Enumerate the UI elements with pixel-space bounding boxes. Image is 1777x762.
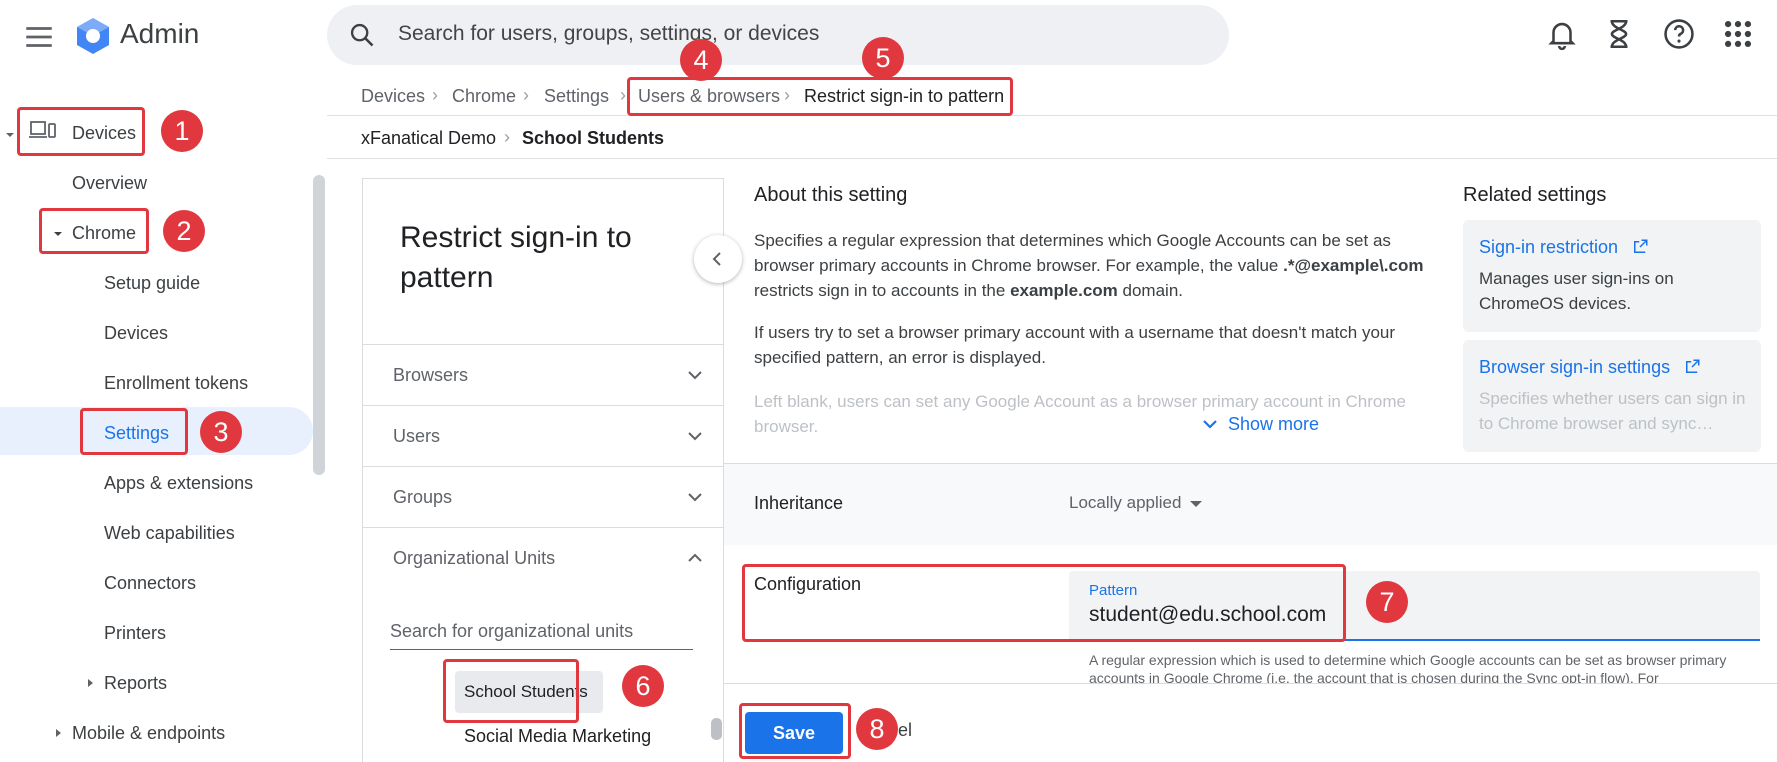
breadcrumb-separator: › xyxy=(620,85,626,105)
apps-grid-icon[interactable] xyxy=(1721,17,1755,51)
breadcrumb-chrome[interactable]: Chrome xyxy=(452,86,516,107)
ou-list-scrollbar[interactable] xyxy=(711,718,722,740)
reports-expand-arrow-icon[interactable] xyxy=(86,677,96,689)
inheritance-value: Locally applied xyxy=(1069,493,1182,512)
expand-arrow-icon[interactable] xyxy=(4,129,16,141)
breadcrumb-separator: › xyxy=(504,127,510,147)
inheritance-label: Inheritance xyxy=(754,493,844,513)
chevron-down-icon xyxy=(685,365,705,385)
sidebar-item-chrome-devices[interactable]: Devices xyxy=(104,323,168,344)
sidebar-item-printers[interactable]: Printers xyxy=(104,623,166,644)
section-users[interactable]: Users xyxy=(363,405,723,465)
about-paragraph-1: Specifies a regular expression that dete… xyxy=(754,228,1434,303)
chevron-down-icon xyxy=(1203,420,1217,429)
related-desc: Manages user sign-ins on ChromeOS device… xyxy=(1479,269,1674,313)
help-icon[interactable] xyxy=(1662,17,1696,51)
notifications-bell-icon[interactable] xyxy=(1545,17,1579,51)
about-paragraph-2: If users try to set a browser primary ac… xyxy=(754,323,1396,367)
annotation-box-configuration xyxy=(742,564,1346,642)
inheritance-row xyxy=(724,463,1777,545)
chevron-left-icon xyxy=(712,252,721,266)
section-browsers[interactable]: Browsers xyxy=(363,344,723,404)
sidebar-item-web-capabilities[interactable]: Web capabilities xyxy=(104,523,235,544)
annotation-box-save xyxy=(739,703,851,759)
annotation-box-chrome xyxy=(39,208,149,254)
app-title: Admin xyxy=(120,18,200,49)
annotation-number-6: 6 xyxy=(622,665,664,707)
annotation-box-breadcrumb xyxy=(627,77,1013,116)
panel-title: Restrict sign-in to pattern xyxy=(400,221,632,294)
sidebar-scrollbar[interactable] xyxy=(313,175,325,475)
related-link-sign-in-restriction[interactable]: Sign-in restriction xyxy=(1479,237,1649,258)
sidebar-item-mobile-endpoints[interactable]: Mobile & endpoints xyxy=(72,723,225,744)
annotation-number-5: 5 xyxy=(862,37,904,79)
search-icon xyxy=(348,21,376,49)
external-link-icon xyxy=(1686,359,1700,373)
related-link-label: Sign-in restriction xyxy=(1479,237,1619,257)
chevron-up-icon xyxy=(685,548,705,568)
org-breadcrumb-current: School Students xyxy=(522,128,665,148)
search-input[interactable] xyxy=(398,14,1178,54)
sidebar-item-apps-extensions[interactable]: Apps & extensions xyxy=(104,473,253,494)
org-breadcrumb-root[interactable]: xFanatical Demo xyxy=(361,128,496,149)
chevron-down-icon xyxy=(685,487,705,507)
example-domain: example.com xyxy=(1010,281,1118,300)
dropdown-arrow-icon xyxy=(1190,501,1203,507)
section-label: Browsers xyxy=(393,365,469,385)
annotation-box-ou-selected xyxy=(443,659,579,723)
annotation-box-settings xyxy=(80,408,188,455)
show-more-label: Show more xyxy=(1228,414,1320,434)
ou-search-input[interactable] xyxy=(390,614,693,650)
about-title: About this setting xyxy=(754,184,908,206)
sidebar-item-connectors[interactable]: Connectors xyxy=(104,573,196,594)
related-settings-title: Related settings xyxy=(1463,184,1607,206)
inheritance-dropdown[interactable]: Locally applied xyxy=(1069,493,1203,513)
annotation-number-8: 8 xyxy=(856,708,898,750)
ou-item-social-media-marketing[interactable]: Social Media Marketing xyxy=(464,726,651,747)
related-link-label: Browser sign-in settings xyxy=(1479,357,1671,377)
chevron-down-icon xyxy=(685,426,705,446)
about-text: restricts sign in to accounts in the xyxy=(754,281,1011,300)
breadcrumb-separator: › xyxy=(523,85,529,105)
sidebar-item-reports[interactable]: Reports xyxy=(104,673,167,694)
related-desc: Specifies whether users can sign in to C… xyxy=(1479,389,1746,433)
example-pattern: .*@example\.com xyxy=(1283,256,1424,275)
annotation-number-1: 1 xyxy=(161,110,203,152)
annotation-box-devices xyxy=(17,107,145,156)
sidebar-item-enrollment-tokens[interactable]: Enrollment tokens xyxy=(104,373,248,394)
breadcrumb-devices[interactable]: Devices xyxy=(361,86,425,107)
collapse-panel-button[interactable] xyxy=(694,235,742,283)
sidebar-item-overview[interactable]: Overview xyxy=(72,173,147,194)
breadcrumb-settings[interactable]: Settings xyxy=(544,86,609,107)
section-label: Groups xyxy=(393,487,453,507)
related-card-browser-sign-in: Browser sign-in settings Specifies wheth… xyxy=(1463,340,1761,452)
admin-logo-icon[interactable] xyxy=(74,16,112,56)
main-menu-icon[interactable] xyxy=(22,20,56,54)
pattern-helper-text: A regular expression which is used to de… xyxy=(1089,652,1727,686)
annotation-number-7: 7 xyxy=(1366,581,1408,623)
mobile-expand-arrow-icon[interactable] xyxy=(54,727,64,739)
hourglass-tasks-icon[interactable] xyxy=(1602,17,1636,51)
show-more-link[interactable]: Show more xyxy=(1200,414,1319,435)
section-label: Users xyxy=(393,426,441,446)
annotation-number-3: 3 xyxy=(200,411,242,453)
breadcrumb-separator: › xyxy=(432,85,438,105)
related-link-browser-sign-in-settings[interactable]: Browser sign-in settings xyxy=(1479,357,1701,378)
sidebar-item-setup-guide[interactable]: Setup guide xyxy=(104,273,200,294)
related-card-sign-in-restriction: Sign-in restriction Manages user sign-in… xyxy=(1463,220,1761,332)
about-text: domain. xyxy=(1117,281,1183,300)
annotation-number-4: 4 xyxy=(680,39,722,81)
external-link-icon xyxy=(1634,239,1648,253)
section-groups[interactable]: Groups xyxy=(363,466,723,526)
annotation-number-2: 2 xyxy=(163,210,205,252)
about-paragraph-3: Left blank, users can set any Google Acc… xyxy=(754,392,1406,436)
section-label: Organizational Units xyxy=(393,548,556,568)
section-organizational-units[interactable]: Organizational Units xyxy=(363,527,723,587)
